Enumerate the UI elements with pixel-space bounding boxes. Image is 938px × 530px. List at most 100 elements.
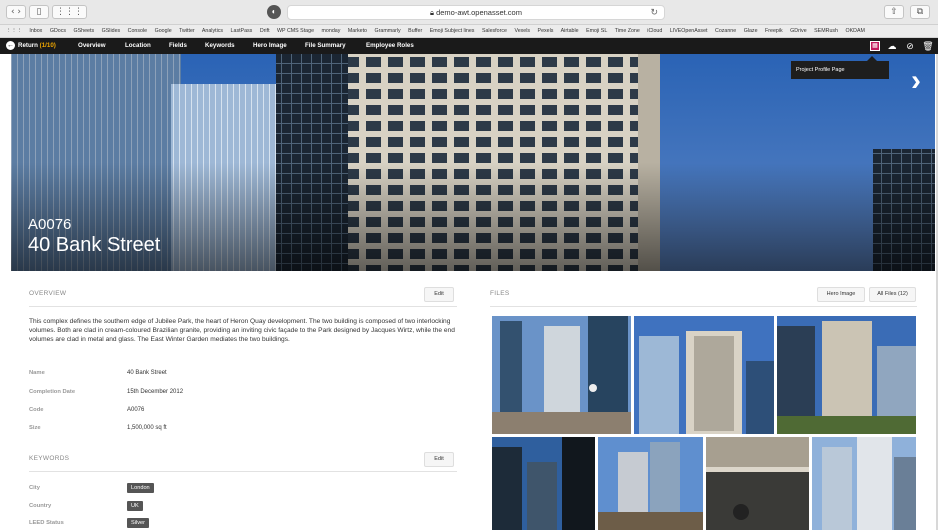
keyword-label-city: City xyxy=(29,485,40,491)
bookmark[interactable]: LastPass xyxy=(231,28,253,34)
overview-edit-button[interactable]: Edit xyxy=(424,287,454,302)
tabs-icon[interactable]: ⧉ xyxy=(910,5,930,19)
file-thumbnail[interactable] xyxy=(706,437,809,530)
bookmark[interactable]: Twitter xyxy=(179,28,195,34)
files-heading: FILES xyxy=(490,290,510,297)
nav-hero-image[interactable]: Hero Image xyxy=(253,38,287,54)
bookmark[interactable]: GDocs xyxy=(50,28,66,34)
return-button[interactable]: ← Return (1/10) xyxy=(6,38,56,54)
field-label-size: Size xyxy=(29,425,41,431)
bookmark[interactable]: Vexels xyxy=(514,28,530,34)
bookmark[interactable]: Buffer xyxy=(408,28,422,34)
bookmark[interactable]: Emoji Subject lines xyxy=(430,28,475,34)
hero-image-button[interactable]: Hero Image xyxy=(817,287,865,302)
project-name: 40 Bank Street xyxy=(28,234,161,256)
bookmark[interactable]: iCloud xyxy=(647,28,662,34)
bookmark[interactable]: Drift xyxy=(260,28,270,34)
field-value-completion-date: 15th December 2012 xyxy=(127,389,184,395)
bookmark[interactable]: Freepik xyxy=(765,28,783,34)
file-thumbnail[interactable] xyxy=(492,437,595,530)
nav-location[interactable]: Location xyxy=(125,38,151,54)
nav-file-summary[interactable]: File Summary xyxy=(305,38,346,54)
field-label-completion-date: Completion Date xyxy=(29,389,76,395)
overview-heading: OVERVIEW xyxy=(29,290,67,297)
project-profile-page-icon[interactable]: ▦ xyxy=(870,41,880,51)
back-arrow-icon: ← xyxy=(6,40,15,50)
browser-toolbar: ‹ › ▯ ⋮⋮⋮ ◐ 🔒︎ demo-awt.openasset.com ↻ … xyxy=(0,0,938,25)
bookmark[interactable]: Google xyxy=(155,28,172,34)
address-bar[interactable]: 🔒︎ demo-awt.openasset.com ↻ xyxy=(287,5,665,20)
bookmark[interactable]: Grammarly xyxy=(374,28,400,34)
cloud-upload-icon[interactable]: ☁ xyxy=(886,41,898,52)
project-profile-tooltip: Project Profile Page xyxy=(791,56,889,79)
bookmark[interactable]: Cozanne xyxy=(715,28,736,34)
file-thumbnail-image xyxy=(492,316,631,434)
file-thumbnail[interactable] xyxy=(812,437,916,530)
return-label: Return xyxy=(18,42,38,49)
file-thumbnail[interactable] xyxy=(598,437,703,530)
bookmark[interactable]: WP CMS Stage xyxy=(277,28,314,34)
overview-description: This complex defines the southern edge o… xyxy=(29,318,455,344)
keyword-tag-leed-status[interactable]: Silver xyxy=(127,518,149,528)
field-value-name: 40 Bank Street xyxy=(127,370,167,376)
share-icon[interactable]: ⇧ xyxy=(884,5,904,19)
bookmark[interactable]: Airtable xyxy=(561,28,579,34)
sidebar-icon[interactable]: ▯ xyxy=(29,5,49,19)
file-thumbnail[interactable] xyxy=(634,316,774,434)
bookmark[interactable]: GDrive xyxy=(790,28,806,34)
bookmark[interactable]: Console xyxy=(128,28,147,34)
browser-nav-buttons: ‹ › ▯ ⋮⋮⋮ xyxy=(6,5,87,19)
nav-action-icons: ▦ ☁ ⊘ 🗑︎ xyxy=(870,38,934,54)
address-url: demo-awt.openasset.com xyxy=(436,8,522,17)
keyword-tag-country[interactable]: UK xyxy=(127,501,143,511)
file-thumbnail-image xyxy=(598,437,703,530)
reload-icon[interactable]: ↻ xyxy=(650,6,658,19)
file-thumbnail[interactable] xyxy=(777,316,916,434)
bookmarks-bar: ⋮⋮⋮ Inbox GDocs GSheets GSlides Console … xyxy=(0,25,938,38)
nav-keywords[interactable]: Keywords xyxy=(205,38,235,54)
return-count: (1/10) xyxy=(39,42,56,49)
keywords-edit-button[interactable]: Edit xyxy=(424,452,454,467)
project-nav-bar: ← Return (1/10) Overview Location Fields … xyxy=(0,38,938,54)
privacy-shield-icon[interactable]: ◐ xyxy=(267,5,281,19)
field-label-name: Name xyxy=(29,370,45,376)
bookmark[interactable]: Glaze xyxy=(744,28,758,34)
bookmark[interactable]: Inbox xyxy=(29,28,42,34)
file-thumbnail-image xyxy=(777,316,916,434)
nav-employee-roles[interactable]: Employee Roles xyxy=(366,38,414,54)
bookmark[interactable]: GSlides xyxy=(102,28,121,34)
bookmark[interactable]: SEMRush xyxy=(814,28,838,34)
bookmark[interactable]: Emoji SL xyxy=(586,28,607,34)
field-value-size: 1,500,000 sq ft xyxy=(127,425,167,431)
field-value-code: A0076 xyxy=(127,407,145,413)
disable-icon[interactable]: ⊘ xyxy=(904,41,916,52)
file-thumbnail-image xyxy=(634,316,774,434)
keyword-tag-city[interactable]: London xyxy=(127,483,154,493)
bookmark[interactable]: Salesforce xyxy=(482,28,507,34)
apps-grid-icon[interactable]: ⋮⋮⋮ xyxy=(6,28,22,34)
next-image-chevron-icon[interactable]: › xyxy=(911,66,921,96)
file-thumbnail-image xyxy=(706,437,809,530)
bookmark[interactable]: GSheets xyxy=(74,28,95,34)
bookmark[interactable]: Marketo xyxy=(348,28,367,34)
all-files-button[interactable]: All Files (12) xyxy=(869,287,916,302)
bookmark[interactable]: OKDAM xyxy=(845,28,864,34)
back-forward-icon[interactable]: ‹ › xyxy=(6,5,26,19)
nav-overview[interactable]: Overview xyxy=(78,38,106,54)
bookmark[interactable]: Time Zone xyxy=(615,28,640,34)
bookmark[interactable]: Analytics xyxy=(202,28,223,34)
hero-title: A0076 40 Bank Street xyxy=(28,216,160,257)
grid-icon[interactable]: ⋮⋮⋮ xyxy=(52,5,87,19)
nav-fields[interactable]: Fields xyxy=(169,38,187,54)
browser-right-buttons: ⇧ ⧉ xyxy=(884,5,930,19)
file-thumbnail-image xyxy=(492,437,595,530)
bookmark[interactable]: Pexels xyxy=(538,28,554,34)
files-divider xyxy=(490,306,917,307)
keyword-label-leed-status: LEED Status xyxy=(29,520,64,526)
hero-image: A0076 40 Bank Street › xyxy=(11,54,935,271)
bookmark[interactable]: LIVEOpenAsset xyxy=(670,28,708,34)
bookmark[interactable]: monday xyxy=(322,28,341,34)
keywords-heading: KEYWORDS xyxy=(29,455,70,462)
file-thumbnail[interactable] xyxy=(492,316,631,434)
trash-icon[interactable]: 🗑︎ xyxy=(922,41,934,52)
